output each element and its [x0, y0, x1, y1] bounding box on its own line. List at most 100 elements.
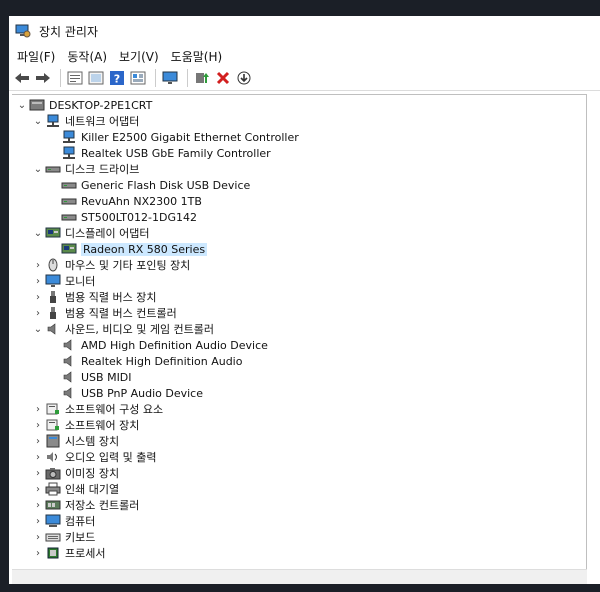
- tree-device[interactable]: USB MIDI: [61, 369, 132, 385]
- svg-text:?: ?: [114, 73, 120, 86]
- device-manager-icon: [15, 24, 31, 38]
- tree-category-label: 디스플레이 어댑터: [65, 227, 150, 240]
- speaker-icon: [61, 338, 77, 352]
- chevron-right-icon[interactable]: ›: [31, 481, 45, 497]
- list-icon[interactable]: [87, 69, 105, 87]
- update-driver-icon[interactable]: [193, 69, 211, 87]
- tree-category[interactable]: ⌄ 네트워크 어댑터: [31, 113, 139, 129]
- tree-category-label: 이미징 장치: [65, 467, 120, 480]
- tree-category-label: 컴퓨터: [65, 515, 96, 528]
- title-bar: 장치 관리자: [9, 16, 600, 46]
- tree-device-label: USB PnP Audio Device: [81, 386, 203, 400]
- tree-category[interactable]: › 프로세서: [31, 545, 105, 561]
- tree-device-label: Radeon RX 580 Series: [81, 242, 208, 256]
- tree-device[interactable]: Realtek USB GbE Family Controller: [61, 145, 271, 161]
- usb-icon: [45, 290, 61, 304]
- system-icon: [45, 434, 61, 448]
- tree-category[interactable]: › 저장소 컨트롤러: [31, 497, 139, 513]
- tree-category[interactable]: › 소프트웨어 장치: [31, 417, 139, 433]
- tree-category[interactable]: › 소프트웨어 구성 요소: [31, 401, 163, 417]
- chevron-right-icon[interactable]: ›: [31, 257, 45, 273]
- menu-action[interactable]: 동작(A): [61, 48, 113, 65]
- chevron-down-icon[interactable]: ⌄: [31, 225, 45, 241]
- tree-category[interactable]: › 인쇄 대기열: [31, 481, 119, 497]
- chevron-down-icon[interactable]: ⌄: [31, 321, 45, 337]
- tree-device-label: Realtek USB GbE Family Controller: [81, 146, 271, 160]
- tree-category[interactable]: › 시스템 장치: [31, 433, 119, 449]
- chevron-right-icon[interactable]: ›: [31, 529, 45, 545]
- usb-icon: [45, 306, 61, 320]
- disk-icon: [61, 178, 77, 192]
- tree-category[interactable]: › 컴퓨터: [31, 513, 95, 529]
- audio-io-icon: [45, 450, 61, 464]
- chevron-right-icon[interactable]: ›: [31, 417, 45, 433]
- forward-icon[interactable]: [34, 69, 52, 87]
- display-icon: [61, 242, 77, 256]
- tree-category[interactable]: › 모니터: [31, 273, 95, 289]
- tree-category[interactable]: ⌄ 디스크 드라이브: [31, 161, 140, 177]
- chevron-right-icon[interactable]: ›: [31, 433, 45, 449]
- disk-icon: [61, 210, 77, 224]
- toolbar: ?: [9, 66, 600, 91]
- chevron-right-icon[interactable]: ›: [31, 545, 45, 561]
- tree-device[interactable]: Killer E2500 Gigabit Ethernet Controller: [61, 129, 299, 145]
- chevron-right-icon[interactable]: ›: [31, 305, 45, 321]
- tree-root[interactable]: ⌄ DESKTOP-2PE1CRT: [15, 97, 153, 113]
- tree-device-label: Killer E2500 Gigabit Ethernet Controller: [81, 130, 299, 144]
- tree-device[interactable]: Radeon RX 580 Series: [61, 241, 208, 257]
- download-icon[interactable]: [235, 69, 253, 87]
- chevron-right-icon[interactable]: ›: [31, 465, 45, 481]
- tree-device[interactable]: Generic Flash Disk USB Device: [61, 177, 250, 193]
- tree-device-label: USB MIDI: [81, 370, 132, 384]
- tree-category[interactable]: ⌄ 디스플레이 어댑터: [31, 225, 150, 241]
- disk-icon: [45, 162, 61, 176]
- tree-category[interactable]: › 마우스 및 기타 포인팅 장치: [31, 257, 190, 273]
- tree-device[interactable]: Realtek High Definition Audio: [61, 353, 242, 369]
- tree-category[interactable]: › 이미징 장치: [31, 465, 119, 481]
- chevron-right-icon[interactable]: ›: [31, 513, 45, 529]
- device-tree[interactable]: ⌄ DESKTOP-2PE1CRT ⌄ 네트워크 어댑터 Killer E2500 …: [12, 94, 587, 570]
- tree-category-label: 프로세서: [65, 547, 106, 560]
- tree-device-label: AMD High Definition Audio Device: [81, 338, 268, 352]
- chevron-down-icon[interactable]: ⌄: [15, 97, 29, 113]
- back-icon[interactable]: [13, 69, 31, 87]
- software-icon: [45, 402, 61, 416]
- tree-category-label: 시스템 장치: [65, 435, 120, 448]
- tree-category-label: 소프트웨어 구성 요소: [65, 403, 164, 416]
- tree-category-label: 사운드, 비디오 및 게임 컨트롤러: [65, 323, 215, 336]
- mouse-icon: [45, 258, 61, 272]
- chevron-down-icon[interactable]: ⌄: [31, 161, 45, 177]
- menu-bar: 파일(F) 동작(A) 보기(V) 도움말(H): [9, 46, 600, 66]
- chevron-right-icon[interactable]: ›: [31, 401, 45, 417]
- tree-device[interactable]: ST500LT012-1DG142: [61, 209, 197, 225]
- menu-file[interactable]: 파일(F): [11, 48, 61, 65]
- monitor-icon[interactable]: [161, 69, 179, 87]
- tree-category[interactable]: ⌄ 사운드, 비디오 및 게임 컨트롤러: [31, 321, 214, 337]
- chevron-right-icon[interactable]: ›: [31, 289, 45, 305]
- menu-help[interactable]: 도움말(H): [165, 48, 229, 65]
- chevron-right-icon[interactable]: ›: [31, 497, 45, 513]
- uninstall-icon[interactable]: [214, 69, 232, 87]
- help-icon[interactable]: ?: [108, 69, 126, 87]
- tree-category[interactable]: › 범용 직렬 버스 컨트롤러: [31, 305, 177, 321]
- software-icon: [45, 418, 61, 432]
- tree-device[interactable]: RevuAhn NX2300 1TB: [61, 193, 202, 209]
- tree-category-label: 오디오 입력 및 출력: [65, 451, 157, 464]
- monitor-icon: [45, 274, 61, 288]
- tree-category[interactable]: › 키보드: [31, 529, 95, 545]
- tree-category[interactable]: › 범용 직렬 버스 장치: [31, 289, 156, 305]
- menu-view[interactable]: 보기(V): [113, 48, 165, 65]
- tree-device[interactable]: USB PnP Audio Device: [61, 385, 203, 401]
- tree-device[interactable]: AMD High Definition Audio Device: [61, 337, 268, 353]
- properties-icon[interactable]: [66, 69, 84, 87]
- window-title: 장치 관리자: [39, 24, 99, 39]
- tree-category-label: 키보드: [65, 531, 96, 544]
- view-icon[interactable]: [129, 69, 147, 87]
- chevron-right-icon[interactable]: ›: [31, 449, 45, 465]
- camera-icon: [45, 466, 61, 480]
- horizontal-scrollbar[interactable]: [12, 569, 587, 584]
- chevron-down-icon[interactable]: ⌄: [31, 113, 45, 129]
- speaker-icon: [61, 386, 77, 400]
- tree-category[interactable]: › 오디오 입력 및 출력: [31, 449, 156, 465]
- chevron-right-icon[interactable]: ›: [31, 273, 45, 289]
